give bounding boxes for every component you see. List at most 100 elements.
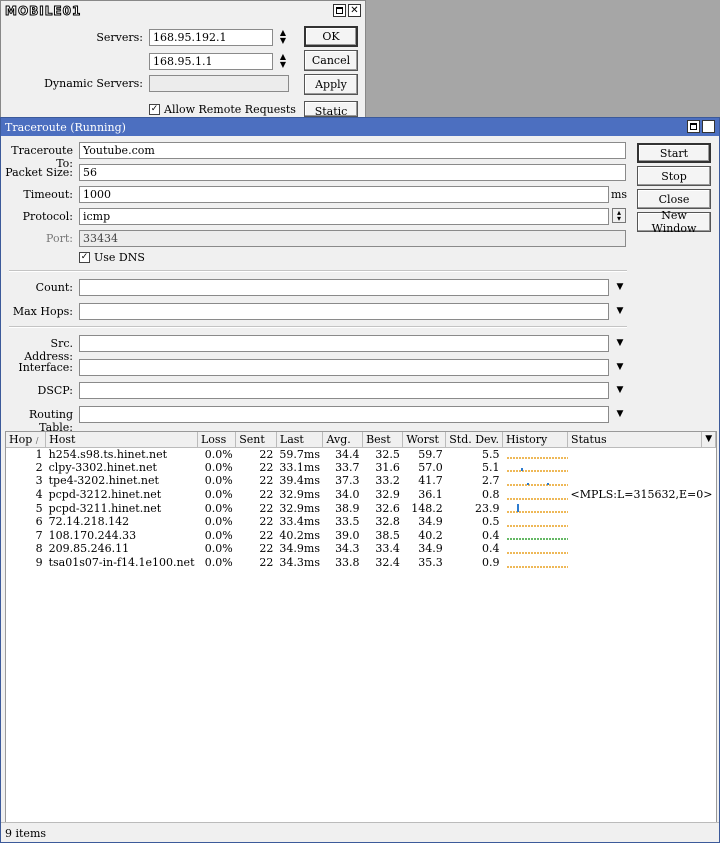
column-header-sent[interactable]: Sent	[235, 432, 277, 448]
status-bar: 9 items	[1, 822, 719, 842]
packet-size-input[interactable]: 56	[79, 164, 626, 181]
cell-history	[502, 447, 568, 461]
interface-label: Interface:	[18, 361, 73, 374]
src-address-label: Src. Address:	[24, 337, 73, 363]
dropdown-arrow-icon[interactable]: ▼	[615, 338, 625, 348]
updown-icon[interactable]: ▲ ▼	[278, 29, 288, 45]
interface-input[interactable]	[79, 359, 609, 376]
protocol-select[interactable]: icmp	[79, 208, 609, 225]
column-menu-dropdown-icon[interactable]: ▼	[701, 432, 716, 448]
table-row[interactable]: 8 209.85.246.11 0.0% 22 34.9ms 34.3 33.4 34.9 0.…	[6, 542, 716, 556]
cell-status	[568, 461, 716, 475]
column-header-history[interactable]: History	[502, 432, 569, 448]
close-button[interactable]: Close	[637, 189, 711, 209]
close-icon[interactable]: ✕	[348, 4, 361, 17]
server1-field[interactable]: 168.95.192.1	[149, 29, 273, 46]
dscp-input[interactable]	[79, 382, 609, 399]
cell-avg: 39.0	[335, 528, 360, 542]
cell-status	[568, 529, 716, 543]
results-table: Hop / Host Loss Sent Last Avg. Best Wors…	[5, 431, 717, 823]
column-header-loss[interactable]: Loss	[197, 432, 237, 448]
cell-avg: 34.4	[335, 447, 360, 461]
server2-field[interactable]: 168.95.1.1	[149, 53, 273, 70]
column-header-best[interactable]: Best	[362, 432, 404, 448]
column-header-status[interactable]: Status	[567, 432, 703, 448]
select-arrows-icon[interactable]: ▴ ▾	[612, 208, 626, 223]
table-row[interactable]: 7 108.170.244.33 0.0% 22 40.2ms 39.0 38.5 40.2 0…	[6, 529, 716, 543]
timeout-input[interactable]: 1000	[79, 186, 609, 203]
cell-avg: 33.7	[335, 460, 360, 474]
separator	[9, 270, 627, 272]
cell-hop: 1	[35, 447, 43, 461]
cell-host: 108.170.244.33	[48, 528, 137, 542]
src-address-input[interactable]	[79, 335, 609, 352]
stop-button[interactable]: Stop	[637, 166, 711, 186]
dropdown-arrow-icon[interactable]: ▼	[615, 385, 625, 395]
allow-remote-checkbox[interactable]: ✓ Allow Remote Requests	[149, 103, 296, 116]
cell-best: 32.8	[375, 515, 400, 529]
traceroute-window: Traceroute (Running) ✕ Traceroute To: Yo…	[0, 117, 720, 843]
count-input[interactable]	[79, 279, 609, 296]
use-dns-label: Use DNS	[94, 251, 145, 264]
cell-worst: 36.1	[418, 488, 443, 502]
cell-host: 72.14.218.142	[48, 515, 130, 529]
cell-best: 38.5	[375, 528, 400, 542]
table-row[interactable]: 3 tpe4-3202.hinet.net 0.0% 22 39.4ms 37.3 33.2…	[6, 474, 716, 488]
cell-history	[502, 501, 568, 515]
cell-sent: 22	[259, 488, 274, 502]
close-icon[interactable]: ✕	[702, 120, 715, 133]
cell-loss: 0.0%	[204, 515, 233, 529]
ok-button[interactable]: OK	[304, 26, 358, 47]
cell-std: 23.9	[474, 501, 500, 515]
cell-host: pcpd-3212.hinet.net	[48, 488, 162, 502]
table-row[interactable]: 9 tsa01s07-in-f14.1e100.net 0.0% 22 34.3ms 33…	[6, 556, 716, 570]
use-dns-checkbox[interactable]: ✓ Use DNS	[79, 251, 145, 264]
cell-best: 31.6	[375, 460, 400, 474]
dropdown-arrow-icon[interactable]: ▼	[615, 282, 625, 292]
max-hops-input[interactable]	[79, 303, 609, 320]
cell-best: 32.6	[375, 501, 400, 515]
cell-status: <MPLS:L=315632,E=0>	[570, 488, 713, 502]
dropdown-arrow-icon[interactable]: ▼	[615, 409, 625, 419]
history-sparkline	[507, 457, 568, 459]
dscp-label: DSCP:	[37, 384, 74, 397]
checkmark-icon: ✓	[79, 252, 90, 263]
maximize-icon[interactable]	[333, 4, 346, 17]
item-count: 9 items	[5, 827, 47, 840]
dropdown-arrow-icon[interactable]: ▼	[615, 362, 625, 372]
cell-loss: 0.0%	[204, 460, 233, 474]
ms-unit-label: ms	[611, 188, 628, 201]
column-header-std-dev[interactable]: Std. Dev.	[445, 432, 503, 448]
history-sparkline	[507, 504, 568, 513]
column-header-worst[interactable]: Worst	[402, 432, 447, 448]
column-header-host[interactable]: Host	[45, 432, 198, 448]
table-row[interactable]: 5 pcpd-3211.hinet.net 0.0% 22 32.9ms 38.9 32.6…	[6, 501, 716, 515]
cell-loss: 0.0%	[204, 488, 233, 502]
column-header-avg[interactable]: Avg.	[322, 432, 364, 448]
dropdown-arrow-icon[interactable]: ▼	[615, 306, 625, 316]
logo-text: MOBILE01	[4, 4, 82, 19]
cell-history	[502, 529, 568, 543]
cell-last: 33.1ms	[279, 460, 320, 474]
routing-table-input[interactable]	[79, 406, 609, 423]
column-header-hop[interactable]: Hop /	[6, 432, 47, 448]
column-header-last[interactable]: Last	[276, 432, 324, 448]
table-row[interactable]: 6 72.14.218.142 0.0% 22 33.4ms 33.5 32.8 34.9 0.…	[6, 515, 716, 529]
history-sparkline	[507, 538, 568, 541]
apply-button[interactable]: Apply	[304, 74, 358, 95]
cell-hop: 9	[35, 556, 43, 570]
start-button[interactable]: Start	[637, 143, 711, 163]
updown-icon[interactable]: ▲ ▼	[278, 53, 288, 69]
maximize-icon[interactable]	[687, 120, 700, 133]
new-window-button[interactable]: New Window	[637, 209, 711, 235]
table-row[interactable]: 1 h254.s98.ts.hinet.net 0.0% 22 59.7ms 34.4 32…	[6, 447, 716, 461]
cancel-button[interactable]: Cancel	[304, 50, 358, 71]
traceroute-to-input[interactable]: Youtube.com	[79, 142, 626, 159]
history-sparkline	[507, 565, 568, 568]
table-row[interactable]: 2 clpy-3302.hinet.net 0.0% 22 33.1ms 33.7 31.6…	[6, 461, 716, 475]
static-button[interactable]: Static	[304, 101, 358, 118]
history-spike	[547, 482, 550, 485]
cell-hop: 5	[35, 501, 43, 515]
history-sparkline	[507, 497, 568, 500]
table-row[interactable]: 4 pcpd-3212.hinet.net 0.0% 22 32.9ms 34.0 32.9…	[6, 488, 716, 502]
